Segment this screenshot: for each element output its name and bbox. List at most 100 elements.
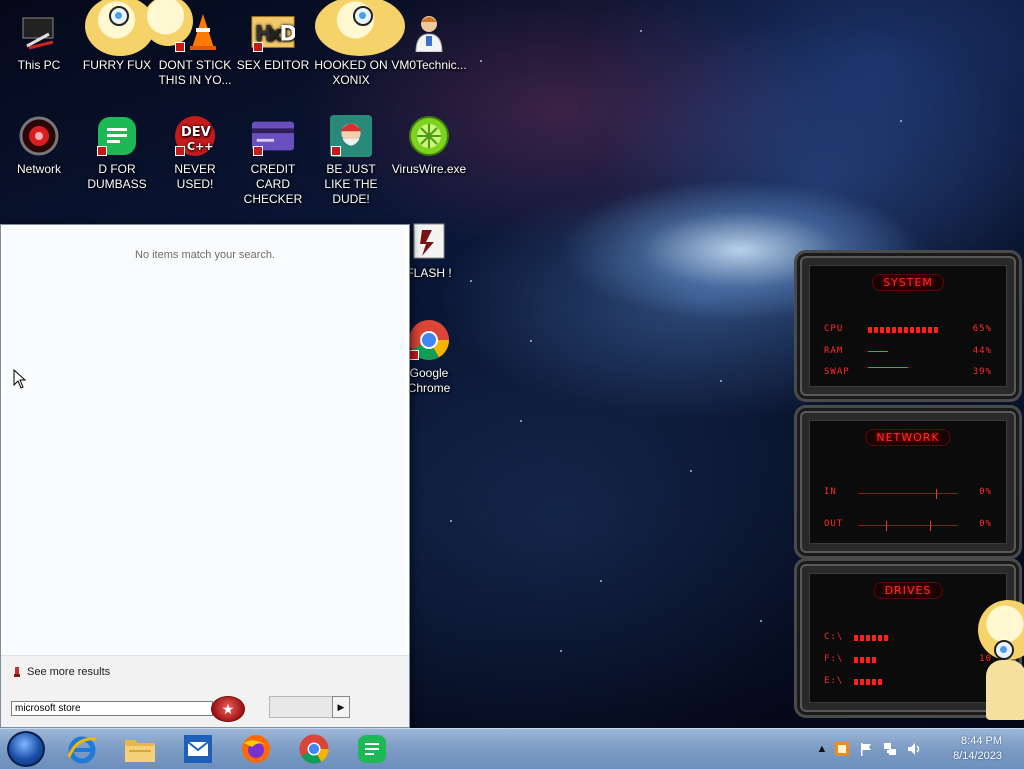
search-go-button[interactable]: ★ — [211, 696, 245, 722]
gadget-row-out: OUT 0% — [824, 519, 992, 531]
see-more-results-link[interactable]: See more results — [13, 666, 110, 678]
desktop-icon-label: This PC — [17, 58, 61, 72]
desktop-icon-label: BE JUST LIKE THE DUDE! — [324, 162, 378, 206]
shortcut-arrow-icon — [331, 146, 341, 156]
desktop-icon-d-for-dumbass[interactable]: D FOR DUMBASS — [78, 114, 156, 192]
no-results-message: No items match your search. — [135, 249, 275, 261]
drive-c-bar — [854, 635, 888, 641]
taskbar-mail[interactable] — [178, 731, 218, 767]
gadget-row-drive-e: E:\ 1 — [824, 676, 992, 688]
system-monitor-gadget[interactable]: SYSTEM CPU 65% RAM 44% SWAP 39% — [794, 250, 1022, 402]
svg-text:DEV: DEV — [181, 125, 211, 140]
desktop-icon-label: VirusWire.exe — [391, 162, 467, 176]
gadget-row-value: 44% — [972, 346, 992, 356]
gadget-row-label: OUT — [824, 519, 844, 529]
desktop-icon-label: DONT STICK THIS IN YO... — [158, 58, 232, 87]
shortcut-arrow-icon — [253, 42, 263, 52]
drive-f-bar — [854, 657, 878, 663]
desktop-icon-be-just-like-the-dude[interactable]: BE JUST LIKE THE DUDE! — [312, 114, 390, 207]
network-status[interactable] — [882, 741, 898, 757]
desktop-icon-this-pc[interactable]: This PC — [0, 10, 78, 73]
cpu-usage-bar — [868, 327, 938, 333]
desktop-icon-network[interactable]: Network — [0, 114, 78, 177]
tray-app[interactable] — [834, 741, 850, 757]
desktop-icon-label: SEX EDITOR — [236, 58, 310, 72]
gadget-row-value: 39% — [972, 367, 992, 377]
gadget-row-label: C:\ — [824, 632, 844, 642]
start-menu-footer: See more results ★ ▶ — [1, 655, 409, 727]
gadget-row-label: SWAP — [824, 367, 850, 377]
gadget-row-drive-f: F:\ 10 — [824, 654, 992, 666]
network-monitor-gadget[interactable]: NETWORK IN 0% OUT 0% — [794, 405, 1022, 559]
orange-app-icon — [835, 742, 849, 756]
gadget-title: DRIVES — [873, 582, 943, 599]
taskbar-file-explorer[interactable] — [120, 731, 160, 767]
desktop-icon-never-used[interactable]: DEV C++ NEVER USED! — [156, 114, 234, 192]
drive-e-bar — [854, 679, 884, 685]
gadget-row-label: F:\ — [824, 654, 844, 664]
volume-control[interactable] — [906, 741, 922, 757]
taskbar-firefox[interactable] — [236, 731, 276, 767]
taskbar-green-notes[interactable] — [352, 731, 392, 767]
mouse-cursor-icon — [13, 369, 27, 389]
start-menu[interactable]: No items match your search. See more res… — [0, 224, 410, 728]
hxd-hex-editor-icon: HxD — [251, 10, 295, 54]
start-search-input[interactable] — [11, 701, 213, 716]
doctor-person-icon — [407, 10, 451, 54]
green-chat-icon — [95, 114, 139, 158]
computer-icon — [17, 10, 61, 54]
desktop-icon-label: HOOKED ON XONIX — [314, 58, 388, 87]
chrome-icon — [299, 734, 329, 764]
desktop-icon-hooked-on-xonix[interactable]: HOOKED ON XONIX — [312, 0, 405, 88]
svg-text:D: D — [280, 21, 295, 46]
taskbar-clock[interactable]: 8:44 PM 8/14/2023 — [942, 734, 1002, 764]
taskbar-google-chrome[interactable] — [294, 731, 334, 767]
flag-icon — [861, 743, 871, 756]
system-tray: ▲ 8:44 PM 8/14/2023 — [814, 729, 1024, 769]
desktop-icon-label: CREDIT CARD CHECKER — [243, 162, 303, 206]
desktop-icon-vm0technic[interactable]: VM0Technic... — [390, 10, 468, 73]
gadget-row-value: 0% — [979, 487, 992, 497]
shortcut-arrow-icon — [97, 146, 107, 156]
ram-usage-line — [868, 351, 888, 352]
shortcut-arrow-icon — [253, 146, 263, 156]
traffic-cone-icon — [143, 0, 217, 54]
gadget-row-label: IN — [824, 487, 837, 497]
gadget-row-label: CPU — [824, 324, 844, 334]
shutdown-options-button[interactable]: ▶ — [332, 696, 350, 718]
gadget-row-label: E:\ — [824, 676, 844, 686]
flash-app-icon — [407, 218, 451, 262]
folder-icon — [125, 740, 155, 762]
clock-date: 8/14/2023 — [953, 750, 1002, 762]
cartoon-face-icon — [85, 0, 155, 56]
star-icon: ★ — [221, 700, 235, 717]
gadget-row-in: IN 0% — [824, 487, 992, 499]
taskbar: ▲ 8:44 PM 8/14/2023 — [0, 728, 1024, 769]
shutdown-button[interactable] — [269, 696, 333, 718]
desktop-icon-dont-stick[interactable]: DONT STICK THIS IN YO... — [143, 0, 234, 88]
limewire-icon — [407, 114, 451, 158]
chrome-icon — [407, 318, 451, 362]
chevron-right-icon: ▶ — [337, 701, 345, 712]
taskbar-internet-explorer[interactable] — [62, 731, 102, 767]
action-center[interactable] — [858, 741, 874, 757]
gadget-row-cpu: CPU 65% — [824, 324, 992, 336]
dev-cpp-icon: DEV C++ — [173, 114, 217, 158]
desktop-icon-label: NEVER USED! — [174, 162, 216, 191]
desktop-icon-viruswire[interactable]: VirusWire.exe — [390, 114, 468, 177]
desktop-icon-credit-card-checker[interactable]: CREDIT CARD CHECKER — [234, 114, 312, 207]
start-button[interactable] — [7, 731, 45, 767]
clock-time: 8:44 PM — [961, 735, 1002, 747]
speaker-icon — [908, 743, 920, 755]
green-notes-icon — [358, 735, 386, 763]
show-hidden-icons-button[interactable]: ▲ — [814, 741, 830, 757]
swap-usage-line — [868, 367, 908, 368]
mail-icon — [184, 735, 212, 763]
gadget-row-swap: SWAP 39% — [824, 367, 992, 379]
desktop-icon-label: D FOR DUMBASS — [87, 162, 147, 191]
see-more-label: See more results — [27, 666, 111, 678]
gadget-title: NETWORK — [865, 429, 951, 446]
network-in-graph — [858, 489, 958, 499]
desktop-icon-sex-editor[interactable]: HxD SEX EDITOR — [234, 10, 312, 73]
gadget-row-ram: RAM 44% — [824, 346, 992, 358]
